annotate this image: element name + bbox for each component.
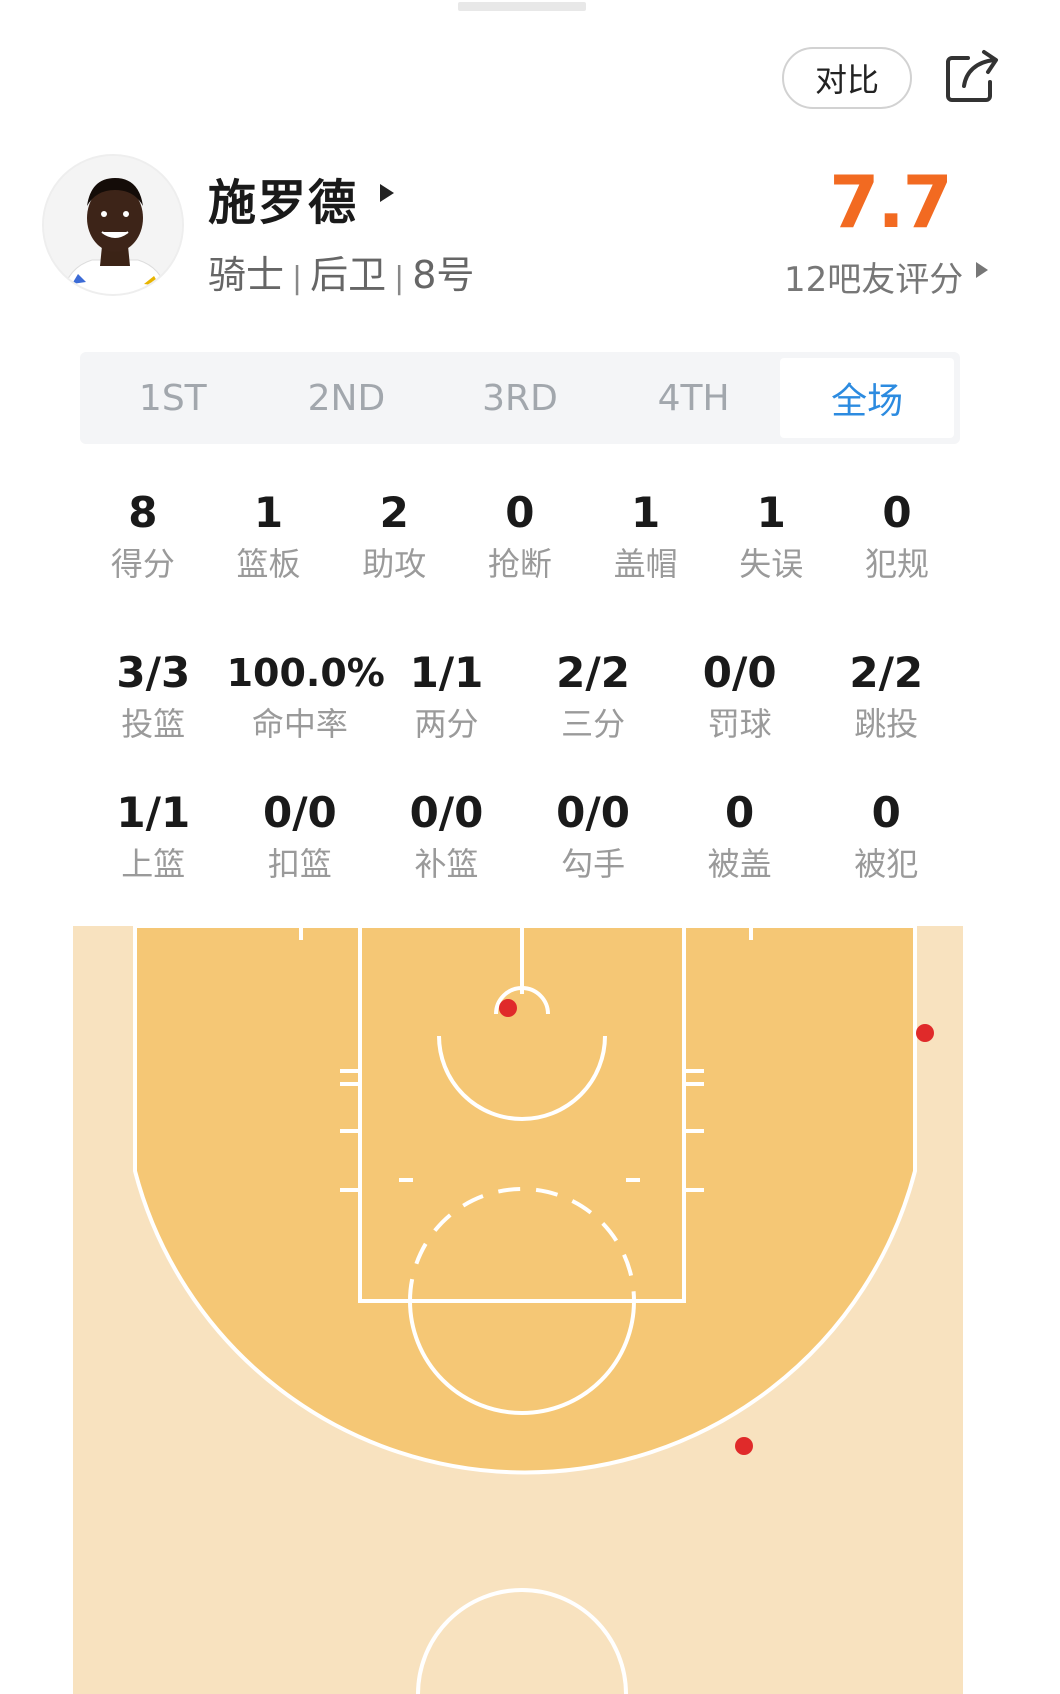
- stat-value: 3/3: [116, 648, 191, 697]
- stat-blocked: 0 被盖: [666, 788, 813, 886]
- main-stats-row: 8 得分 1 篮板 2 助攻 0 抢断 1 盖帽 1 失误 0 犯规: [80, 488, 960, 586]
- stat-assists: 2 助攻: [331, 488, 457, 586]
- shot-chart-court: [73, 926, 963, 1694]
- meta-divider: |: [292, 261, 303, 296]
- stat-label: 盖帽: [613, 545, 678, 583]
- stat-free-throws: 0/0 罚球: [666, 648, 813, 746]
- stat-layups: 1/1 上篮: [80, 788, 227, 886]
- stat-label: 三分: [561, 705, 626, 743]
- stat-value: 100.0%: [226, 651, 385, 695]
- shot-marker-made[interactable]: [499, 999, 517, 1017]
- stat-jump-shots: 2/2 跳投: [813, 648, 960, 746]
- stat-value: 2/2: [556, 648, 630, 697]
- stat-label: 抢断: [487, 545, 552, 583]
- player-rating: 7.7: [829, 160, 953, 244]
- player-meta: 骑士 | 后卫 | 8号: [208, 244, 474, 299]
- tab-1st[interactable]: 1ST: [86, 358, 260, 438]
- stat-label: 被盖: [707, 845, 772, 883]
- stat-value: 0: [882, 488, 912, 537]
- stat-value: 0: [725, 788, 755, 837]
- stat-three-pointers: 2/2 三分: [520, 648, 667, 746]
- stat-fouls-drawn: 0 被犯: [813, 788, 960, 886]
- drag-handle[interactable]: [458, 2, 586, 11]
- share-icon[interactable]: [944, 48, 1002, 106]
- stat-label: 被犯: [854, 845, 919, 883]
- shot-marker-made[interactable]: [916, 1024, 934, 1042]
- stat-value: 1/1: [116, 788, 191, 837]
- meta-divider: |: [394, 261, 405, 296]
- tab-2nd[interactable]: 2ND: [260, 358, 434, 438]
- rating-label[interactable]: 12吧友评分: [784, 252, 963, 301]
- stat-steals: 0 抢断: [457, 488, 583, 586]
- stat-label: 失误: [739, 545, 804, 583]
- player-name-arrow-icon[interactable]: [380, 184, 394, 202]
- player-number: 8号: [412, 253, 475, 297]
- stat-label: 补篮: [414, 845, 479, 883]
- stat-label: 两分: [414, 705, 479, 743]
- stat-value: 0/0: [702, 648, 777, 697]
- stat-value: 1: [253, 488, 284, 537]
- tab-4th[interactable]: 4TH: [607, 358, 781, 438]
- rating-arrow-icon[interactable]: [976, 262, 988, 278]
- stat-value: 0/0: [262, 788, 337, 837]
- stat-label: 罚球: [707, 705, 772, 743]
- stat-label: 得分: [110, 545, 175, 583]
- stat-points: 8 得分: [80, 488, 206, 586]
- stat-label: 投篮: [121, 705, 186, 743]
- stat-label: 上篮: [121, 845, 186, 883]
- player-position: 后卫: [310, 253, 387, 297]
- player-avatar[interactable]: [42, 154, 184, 296]
- stat-fouls: 0 犯规: [834, 488, 960, 586]
- stat-label: 跳投: [854, 705, 919, 743]
- stat-label: 篮板: [236, 545, 301, 583]
- stat-value: 1: [630, 488, 661, 537]
- stat-fg-percentage: 100.0% 命中率: [226, 648, 385, 746]
- stat-value: 8: [128, 488, 158, 537]
- stat-field-goals: 3/3 投篮: [80, 648, 227, 746]
- player-avatar-image: [44, 156, 182, 294]
- stat-value: 0/0: [409, 788, 484, 837]
- tab-full-game[interactable]: 全场: [780, 358, 954, 438]
- shot-type-stats-row: 1/1 上篮 0/0 扣篮 0/0 补篮 0/0 勾手 0 被盖 0 被犯: [80, 788, 960, 886]
- stat-putbacks: 0/0 补篮: [373, 788, 520, 886]
- shot-marker-made[interactable]: [735, 1437, 753, 1455]
- player-team: 骑士: [208, 253, 285, 297]
- stat-label: 扣篮: [267, 845, 332, 883]
- stat-value: 0/0: [556, 788, 630, 837]
- stat-blocks: 1 盖帽: [583, 488, 709, 586]
- stat-value: 0: [505, 488, 535, 537]
- stat-value: 2/2: [849, 648, 924, 697]
- shooting-stats-row: 3/3 投篮 100.0% 命中率 1/1 两分 2/2 三分 0/0 罚球 2/2 跳投: [80, 648, 960, 746]
- stat-label: 助攻: [362, 545, 427, 583]
- stat-label: 命中率: [251, 705, 348, 743]
- quarter-tabs: 1ST 2ND 3RD 4TH 全场: [80, 352, 960, 444]
- tab-3rd[interactable]: 3RD: [433, 358, 607, 438]
- compare-button[interactable]: 对比: [782, 47, 912, 109]
- stat-dunks: 0/0 扣篮: [227, 788, 374, 886]
- player-name[interactable]: 施罗德: [208, 163, 358, 233]
- stat-value: 2: [379, 488, 409, 537]
- stat-turnovers: 1 失误: [708, 488, 834, 586]
- stat-value: 0: [871, 788, 901, 837]
- stat-label: 犯规: [864, 545, 929, 583]
- stat-value: 1/1: [409, 648, 484, 697]
- stat-rebounds: 1 篮板: [206, 488, 332, 586]
- stat-two-pointers: 1/1 两分: [373, 648, 520, 746]
- stat-label: 勾手: [561, 845, 626, 883]
- stat-value: 1: [756, 488, 786, 537]
- stat-hook-shots: 0/0 勾手: [520, 788, 667, 886]
